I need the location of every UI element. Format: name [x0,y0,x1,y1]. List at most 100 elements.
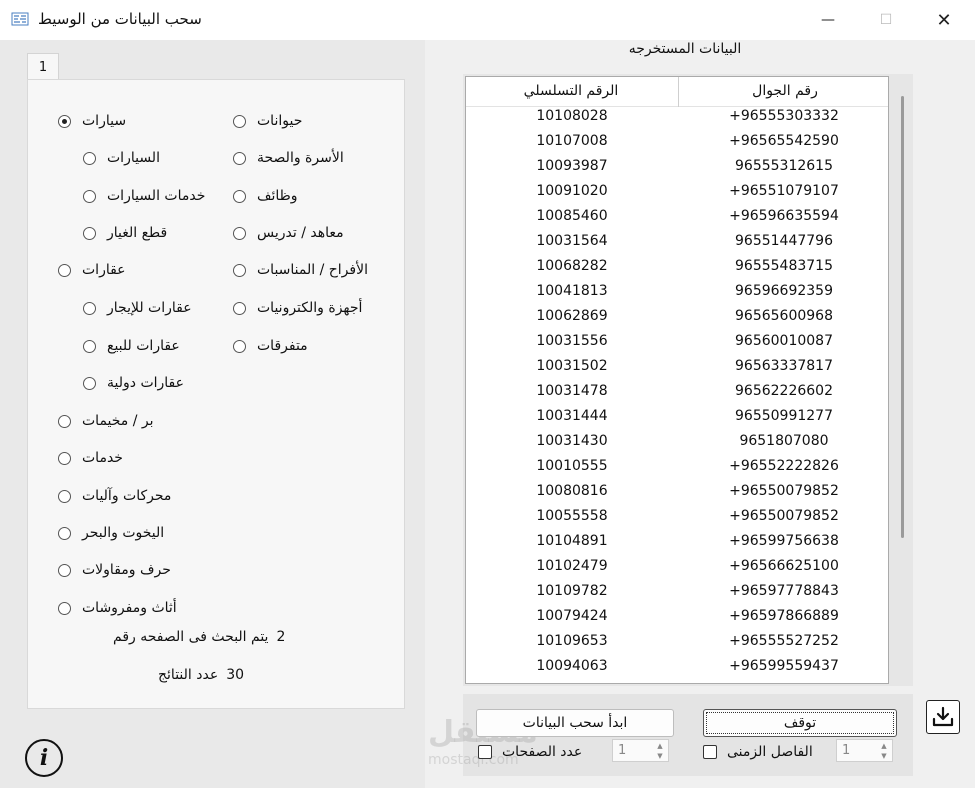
radio-button-icon[interactable] [233,301,246,315]
mobile-cell[interactable]: 96555483715 [678,258,888,274]
pages-checkbox-box[interactable] [478,745,492,759]
mobile-cell[interactable]: 96551447796 [678,233,888,249]
column-divider[interactable] [678,77,679,107]
table-row[interactable]: 10031556 96560010087 [466,333,888,358]
category-radio[interactable]: أجهزة والكترونيات [233,297,362,319]
interval-checkbox[interactable]: الفاصل الزمنى [703,742,813,762]
mobile-cell[interactable]: +96566625100 [678,558,888,574]
mobile-cell[interactable]: +96597778843 [678,583,888,599]
mobile-cell[interactable]: 96596692359 [678,283,888,299]
mobile-cell[interactable]: +96550079852 [678,483,888,499]
category-radio[interactable]: الأفراح / المناسبات [233,259,368,281]
stepper-up-icon[interactable]: ▲ [654,741,666,751]
table-row[interactable]: 10055558 +96550079852 [466,508,888,533]
table-row[interactable]: 10031430 9651807080 [466,433,888,458]
category-radio[interactable]: حيوانات [233,110,302,132]
category-radio[interactable]: خدمات [58,447,123,469]
serial-cell[interactable]: 10085460 [466,208,678,224]
table-row[interactable]: 10031564 96551447796 [466,233,888,258]
radio-button-icon[interactable] [58,263,71,277]
mobile-cell[interactable]: +96565542590 [678,133,888,149]
category-radio[interactable]: السيارات [83,147,160,169]
category-radio[interactable]: حرف ومقاولات [58,559,171,581]
stop-button[interactable]: توقف [703,709,897,737]
mobile-cell[interactable]: +96552222826 [678,458,888,474]
stepper-up-icon[interactable]: ▲ [878,741,890,751]
mobile-cell[interactable]: +96551079107 [678,183,888,199]
radio-button-icon[interactable] [58,601,71,615]
mobile-cell[interactable]: +96599559437 [678,658,888,674]
column-header-mobile[interactable]: رقم الجوال [680,83,888,99]
interval-checkbox-box[interactable] [703,745,717,759]
table-row[interactable]: 10109782 +96597778843 [466,583,888,608]
category-radio[interactable]: محركات وآليات [58,485,171,507]
serial-cell[interactable]: 10094063 [466,658,678,674]
mobile-cell[interactable]: +96550079852 [678,508,888,524]
category-radio[interactable]: سيارات [58,110,126,132]
serial-cell[interactable]: 10062869 [466,308,678,324]
table-row[interactable]: 10031478 96562226602 [466,383,888,408]
mobile-cell[interactable]: +96597866889 [678,608,888,624]
minimize-button[interactable]: — [805,0,851,40]
table-row[interactable]: 10080816 +96550079852 [466,483,888,508]
serial-cell[interactable]: 10102479 [466,558,678,574]
stepper-down-icon[interactable]: ▼ [878,751,890,761]
table-row[interactable]: 10079424 +96597866889 [466,608,888,633]
serial-cell[interactable]: 10055558 [466,508,678,524]
serial-cell[interactable]: 10107008 [466,133,678,149]
table-row[interactable]: 10104891 +96599756638 [466,533,888,558]
pages-checkbox[interactable]: عدد الصفحات [478,742,582,762]
table-row[interactable]: 10091020 +96551079107 [466,183,888,208]
radio-button-icon[interactable] [83,376,96,390]
radio-button-icon[interactable] [233,114,246,128]
radio-button-icon[interactable] [83,226,96,240]
serial-cell[interactable]: 10010555 [466,458,678,474]
radio-button-icon[interactable] [58,114,71,128]
table-row[interactable]: 10109653 +96555527252 [466,633,888,658]
interval-value[interactable]: 1 [842,743,850,758]
table-row[interactable]: 10107008 +96565542590 [466,133,888,158]
serial-cell[interactable]: 10104891 [466,533,678,549]
interval-stepper[interactable]: 1 ▲ ▼ [836,739,893,762]
close-button[interactable]: ✕ [921,0,967,40]
radio-button-icon[interactable] [58,563,71,577]
table-row[interactable]: 10102479 +96566625100 [466,558,888,583]
category-radio[interactable]: اليخوت والبحر [58,522,164,544]
radio-button-icon[interactable] [233,151,246,165]
category-radio[interactable]: وظائف [233,185,298,207]
serial-cell[interactable]: 10109653 [466,633,678,649]
radio-button-icon[interactable] [58,489,71,503]
category-radio[interactable]: عقارات للإيجار [83,297,192,319]
category-radio[interactable]: متفرقات [233,335,308,357]
mobile-cell[interactable]: +96555527252 [678,633,888,649]
table-row[interactable]: 10010555 +96552222826 [466,458,888,483]
radio-button-icon[interactable] [83,151,96,165]
serial-cell[interactable]: 10079424 [466,608,678,624]
table-row[interactable]: 10041813 96596692359 [466,283,888,308]
table-row[interactable]: 10093987 96555312615 [466,158,888,183]
serial-cell[interactable]: 10091020 [466,183,678,199]
radio-button-icon[interactable] [83,301,96,315]
mobile-cell[interactable]: 96555312615 [678,158,888,174]
category-radio[interactable]: قطع الغيار [83,222,167,244]
category-radio[interactable]: الأسرة والصحة [233,147,344,169]
serial-cell[interactable]: 10080816 [466,483,678,499]
stepper-down-icon[interactable]: ▼ [654,751,666,761]
radio-button-icon[interactable] [58,526,71,540]
mobile-cell[interactable]: +96599756638 [678,533,888,549]
table-row[interactable]: 10068282 96555483715 [466,258,888,283]
serial-cell[interactable]: 10093987 [466,158,678,174]
pages-stepper[interactable]: 1 ▲ ▼ [612,739,669,762]
category-radio[interactable]: عقارات للبيع [83,335,180,357]
mobile-cell[interactable]: +96555303332 [678,108,888,124]
category-radio[interactable]: عقارات دولية [83,372,184,394]
table-row[interactable]: 10094063 +96599559437 [466,658,888,683]
serial-cell[interactable]: 10031478 [466,383,678,399]
serial-cell[interactable]: 10031502 [466,358,678,374]
category-radio[interactable]: معاهد / تدريس [233,222,344,244]
mobile-cell[interactable]: +96596635594 [678,208,888,224]
serial-cell[interactable]: 10031556 [466,333,678,349]
download-button[interactable] [926,700,960,734]
column-header-serial[interactable]: الرقم التسلسلي [466,83,676,99]
start-extraction-button[interactable]: ابدأ سحب البيانات [476,709,674,737]
